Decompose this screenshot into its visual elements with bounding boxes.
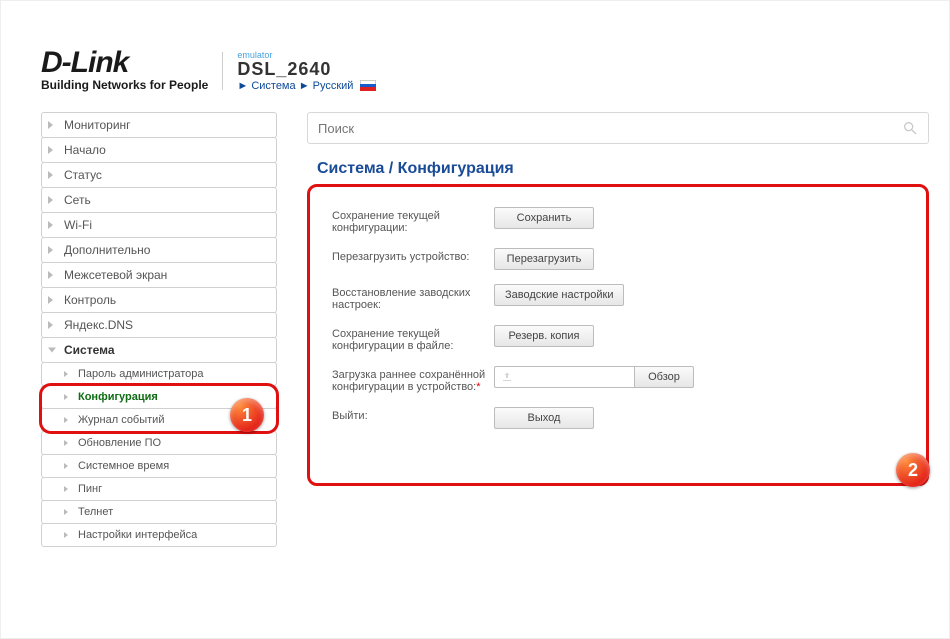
chevron-right-icon	[48, 271, 53, 279]
emulator-label: emulator	[237, 50, 375, 60]
sidebar-item-label: Контроль	[64, 293, 116, 307]
brand-tagline: Building Networks for People	[41, 78, 208, 92]
sidebar-item-2[interactable]: Статус	[41, 162, 277, 188]
sidebar-item-1[interactable]: Начало	[41, 137, 277, 163]
config-panel: Сохранение текущей конфигурации:Сохранит…	[307, 184, 929, 486]
sidebar-item-0[interactable]: Мониторинг	[41, 112, 277, 138]
upload-icon	[501, 371, 513, 383]
sidebar-item-7[interactable]: Контроль	[41, 287, 277, 313]
sidebar-item-label: Яндекс.DNS	[64, 318, 133, 332]
main-content: Система / Конфигурация Сохранение текуще…	[307, 112, 929, 547]
action-button-5[interactable]: Выход	[494, 407, 594, 429]
action-button-3[interactable]: Резерв. копия	[494, 325, 594, 347]
brand-name: D-Link	[41, 49, 208, 76]
sidebar-subitem-3[interactable]: Обновление ПО	[41, 431, 277, 455]
search-icon	[902, 120, 918, 136]
sidebar-item-label: Wi-Fi	[64, 218, 92, 232]
sidebar-subitem-6[interactable]: Телнет	[41, 500, 277, 524]
browse-button[interactable]: Обзор	[634, 366, 694, 388]
chevron-right-icon	[48, 171, 53, 179]
sidebar-subitem-7[interactable]: Настройки интерфейса	[41, 523, 277, 547]
sidebar-subitem-label: Телнет	[78, 506, 113, 518]
sidebar-subitem-0[interactable]: Пароль администратора	[41, 362, 277, 386]
search-input[interactable]	[318, 121, 902, 136]
sidebar-subitem-label: Обновление ПО	[78, 437, 161, 449]
config-row-label: Сохранение текущей конфигурации:	[332, 207, 494, 234]
sidebar-item-label: Начало	[64, 143, 106, 157]
sidebar-item-6[interactable]: Межсетевой экран	[41, 262, 277, 288]
sidebar-subitem-5[interactable]: Пинг	[41, 477, 277, 501]
sidebar-item-label: Межсетевой экран	[64, 268, 167, 282]
chevron-right-icon	[64, 440, 68, 446]
config-row-3: Сохранение текущей конфигурации в файле:…	[332, 325, 904, 352]
header-meta: emulator DSL_2640 ► Система ► Русский	[237, 50, 375, 92]
chevron-right-icon	[64, 486, 68, 492]
action-button-0[interactable]: Сохранить	[494, 207, 594, 229]
chevron-right-icon	[64, 371, 68, 377]
config-row-label: Перезагрузить устройство:	[332, 248, 494, 263]
breadcrumb-language[interactable]: Русский	[313, 80, 354, 92]
chevron-right-icon	[64, 532, 68, 538]
flag-ru-icon	[360, 80, 376, 91]
chevron-right-icon	[48, 146, 53, 154]
config-row-2: Восстановление заводских настроек:Заводс…	[332, 284, 904, 311]
page-title: Система / Конфигурация	[317, 160, 929, 178]
chevron-right-icon	[64, 509, 68, 515]
sidebar-subitem-label: Системное время	[78, 460, 169, 472]
sidebar-item-8[interactable]: Яндекс.DNS	[41, 312, 277, 338]
sidebar-subitem-label: Журнал событий	[78, 414, 164, 426]
upload-filename-box[interactable]	[494, 366, 634, 388]
header-divider	[222, 52, 223, 90]
sidebar-item-9[interactable]: Система	[41, 337, 277, 363]
breadcrumb-system[interactable]: Система	[251, 80, 295, 92]
chevron-right-icon	[64, 463, 68, 469]
sidebar: Мониторинг Начало Статус Сеть Wi-Fi Дополните…	[41, 112, 277, 547]
required-marker: *	[476, 381, 480, 393]
sidebar-subitem-label: Пинг	[78, 483, 102, 495]
chevron-right-icon	[48, 121, 53, 129]
chevron-right-icon	[48, 321, 53, 329]
config-row-0: Сохранение текущей конфигурации:Сохранит…	[332, 207, 904, 234]
sidebar-item-label: Сеть	[64, 193, 91, 207]
page-header: D-Link Building Networks for People emul…	[1, 1, 949, 92]
sidebar-subitem-label: Пароль администратора	[78, 368, 204, 380]
sidebar-item-5[interactable]: Дополнительно	[41, 237, 277, 263]
upload-control: Обзор	[494, 366, 694, 388]
chevron-right-icon	[48, 348, 56, 353]
sidebar-item-4[interactable]: Wi-Fi	[41, 212, 277, 238]
config-row-label: Восстановление заводских настроек:	[332, 284, 494, 311]
chevron-right-icon	[64, 417, 68, 423]
config-row-label: Сохранение текущей конфигурации в файле:	[332, 325, 494, 352]
sidebar-item-label: Дополнительно	[64, 243, 150, 257]
config-row-5: Выйти:Выход	[332, 407, 904, 429]
chevron-right-icon	[64, 394, 68, 400]
sidebar-item-label: Система	[64, 343, 115, 357]
model-name: DSL_2640	[237, 60, 375, 78]
breadcrumb-arrow-icon: ►	[237, 80, 248, 92]
config-row-label: Выйти:	[332, 407, 494, 422]
sidebar-subitem-label: Настройки интерфейса	[78, 529, 197, 541]
sidebar-item-label: Статус	[64, 168, 102, 182]
callout-marker-2: 2	[896, 453, 930, 487]
sidebar-item-label: Мониторинг	[64, 118, 131, 132]
sidebar-subitem-label: Конфигурация	[78, 391, 158, 403]
config-row-1: Перезагрузить устройство:Перезагрузить	[332, 248, 904, 270]
breadcrumb: ► Система ► Русский	[237, 80, 375, 92]
breadcrumb-arrow-icon: ►	[299, 80, 310, 92]
action-button-2[interactable]: Заводские настройки	[494, 284, 624, 306]
config-row-4: Загрузка раннее сохранённой конфигурации…	[332, 366, 904, 393]
chevron-right-icon	[48, 246, 53, 254]
search-bar[interactable]	[307, 112, 929, 144]
chevron-right-icon	[48, 296, 53, 304]
sidebar-subitem-4[interactable]: Системное время	[41, 454, 277, 478]
callout-marker-1: 1	[230, 398, 264, 432]
config-row-label: Загрузка раннее сохранённой конфигурации…	[332, 366, 494, 393]
sidebar-item-3[interactable]: Сеть	[41, 187, 277, 213]
chevron-right-icon	[48, 196, 53, 204]
chevron-right-icon	[48, 221, 53, 229]
action-button-1[interactable]: Перезагрузить	[494, 248, 594, 270]
brand-logo: D-Link Building Networks for People	[41, 49, 208, 92]
